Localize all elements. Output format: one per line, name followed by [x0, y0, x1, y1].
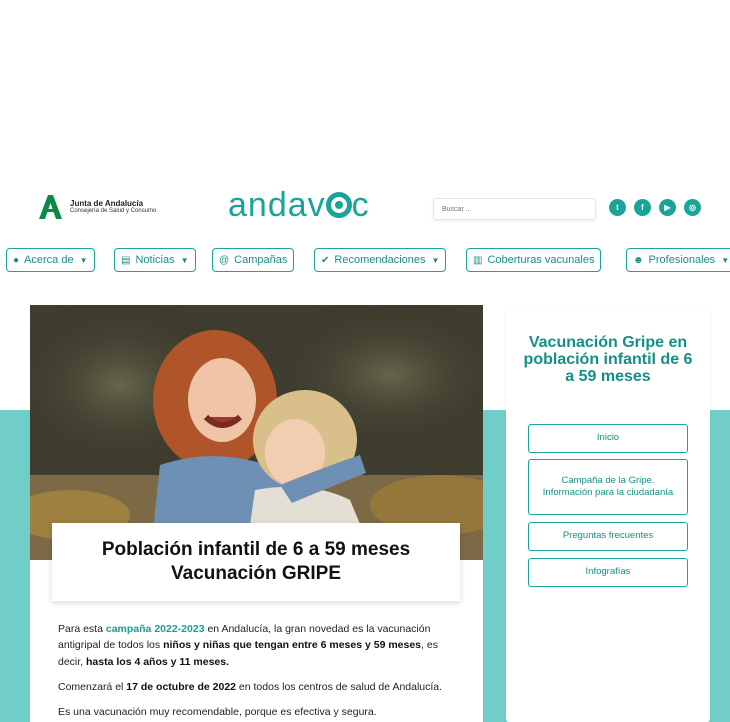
- newspaper-icon: ▤: [121, 254, 131, 266]
- search-input[interactable]: [433, 198, 596, 220]
- brand-text-start: andav: [228, 186, 326, 224]
- info-icon: ●: [13, 254, 20, 266]
- brand-text-end: c: [351, 186, 370, 224]
- brand-at-icon: [325, 192, 352, 218]
- hero-image: [30, 305, 483, 560]
- nav-item-label: Campañas: [234, 254, 288, 266]
- bar-chart-icon: ▥: [473, 254, 483, 266]
- nav-item-coberturas-vacunales[interactable]: ▥ Coberturas vacunales: [466, 248, 602, 272]
- paragraph-start-date: Comenzará el 17 de octubre de 2022 en to…: [58, 680, 443, 693]
- campaign-highlight: campaña 2022-2023: [105, 623, 205, 635]
- twitter-icon[interactable]: t: [609, 199, 626, 216]
- chevron-down-icon: ▼: [431, 255, 440, 265]
- nav-item-campanas[interactable]: @ Campañas: [212, 248, 295, 272]
- sidebar-button-campana-gripe[interactable]: Campaña de la Gripe. Información para la…: [528, 459, 688, 515]
- nav-item-noticias[interactable]: ▤ Noticias ▼: [114, 248, 196, 272]
- nav-item-label: Coberturas vacunales: [487, 254, 595, 266]
- users-icon: ☻: [633, 254, 644, 266]
- youtube-icon[interactable]: ▶: [659, 199, 676, 216]
- sidebar-button-infografias[interactable]: Infografías: [528, 558, 688, 587]
- nav-item-label: Profesionales: [648, 254, 716, 266]
- nav-item-acerca-de[interactable]: ● Acerca de ▼: [6, 248, 95, 272]
- main-nav: ● Acerca de ▼ ▤ Noticias ▼ @ Campañas ✔ …: [0, 248, 730, 272]
- chevron-down-icon: ▼: [180, 255, 189, 265]
- paragraph-intro: Para esta campaña 2022-2023 en Andalucía…: [58, 623, 438, 668]
- site-header: Junta de Andalucía Consejería de Salud y…: [0, 186, 730, 228]
- chevron-down-icon: ▼: [721, 255, 730, 265]
- nav-item-label: Noticias: [135, 254, 175, 266]
- sidebar-button-preguntas-frecuentes[interactable]: Preguntas frecuentes: [528, 522, 688, 551]
- page-title-line1: Población infantil de 6 a 59 meses: [101, 539, 411, 561]
- social-links: t f ▶ ◎: [609, 199, 701, 216]
- facebook-icon[interactable]: f: [634, 199, 651, 216]
- nav-item-profesionales[interactable]: ☻ Profesionales ▼: [626, 248, 730, 272]
- instagram-icon[interactable]: ◎: [684, 199, 701, 216]
- sidebar-title: Vacunación Gripe en población infantil d…: [523, 334, 693, 385]
- sidebar-button-inicio[interactable]: Inicio: [528, 424, 688, 453]
- paragraph-recommendation: Es una vacunación muy recomendable, porq…: [58, 706, 377, 719]
- nav-item-label: Acerca de: [24, 254, 74, 266]
- hero-photo-illustration: [30, 305, 483, 560]
- chevron-down-icon: ▼: [79, 255, 88, 265]
- org-name: Junta de Andalucía: [70, 198, 144, 208]
- andavac-logo[interactable]: andav c: [228, 186, 370, 225]
- article-body: Para esta campaña 2022-2023 en Andalucía…: [58, 621, 458, 722]
- junta-logo[interactable]: Junta de Andalucía Consejería de Salud y…: [36, 193, 156, 221]
- org-subtitle: Consejería de Salud y Consumo: [70, 208, 157, 215]
- main-content-card: Población infantil de 6 a 59 meses Vacun…: [30, 305, 483, 722]
- nav-item-label: Recomendaciones: [334, 254, 426, 266]
- nav-item-recomendaciones[interactable]: ✔ Recomendaciones ▼: [314, 248, 447, 272]
- page-title-line2: Vacunación GRIPE: [171, 563, 341, 584]
- sidebar-card: Vacunación Gripe en población infantil d…: [506, 306, 710, 722]
- check-icon: ✔: [321, 254, 330, 266]
- junta-a-logo-icon: [39, 195, 62, 219]
- at-icon: @: [219, 254, 230, 266]
- page-title: Población infantil de 6 a 59 meses Vacun…: [52, 523, 460, 601]
